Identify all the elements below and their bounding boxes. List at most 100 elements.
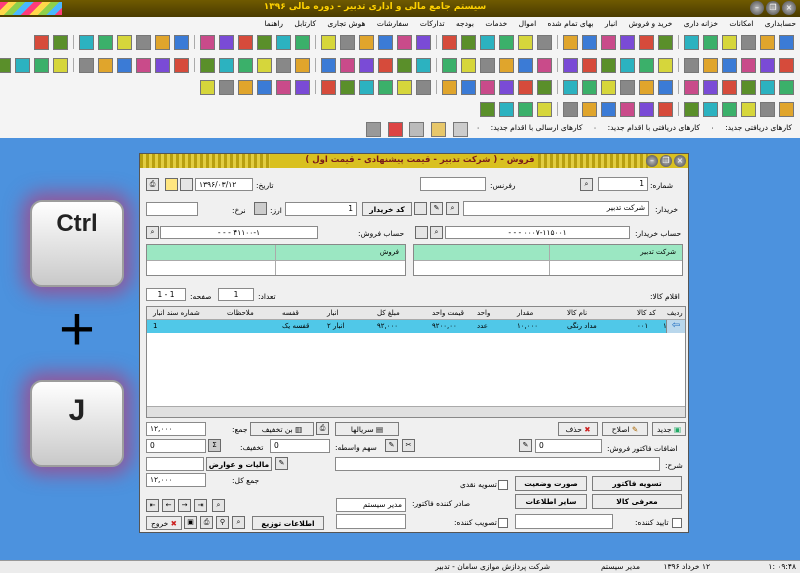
sales-additions-field[interactable]: 0: [535, 439, 602, 453]
sales-account-field[interactable]: - - - ۴۱۱۰۰-۱: [160, 226, 318, 239]
last-record-icon[interactable]: ⇥: [194, 499, 207, 512]
distribution-info-button[interactable]: اطلاعات توزیع: [252, 516, 324, 530]
edit-icon[interactable]: ✎: [430, 202, 443, 215]
toolbar-shortcut-icon[interactable]: [378, 80, 393, 95]
toolbar-shortcut-icon[interactable]: [639, 102, 654, 117]
toolbar-shortcut-icon[interactable]: [136, 35, 151, 50]
toolbar-shortcut-icon[interactable]: [257, 80, 272, 95]
toolbar-shortcut-icon[interactable]: [760, 80, 775, 95]
buyer-account-field[interactable]: - - - ۰۰۰۷-۱۱۵۰۰۱: [445, 226, 630, 239]
date-field[interactable]: ۱۳۹۶/۰۳/۱۲: [195, 178, 253, 191]
column-header[interactable]: شماره سند انبار: [153, 309, 200, 317]
save-icon[interactable]: ▣: [184, 516, 197, 529]
buyer-field[interactable]: شرکت تدبیر: [463, 201, 649, 216]
attach-icon[interactable]: ⚲: [216, 516, 229, 529]
toolbar-shortcut-icon[interactable]: [416, 58, 431, 73]
toolbar-shortcut-icon[interactable]: [722, 80, 737, 95]
toolbar-shortcut-icon[interactable]: [461, 80, 476, 95]
agent-share-field[interactable]: 0: [270, 439, 330, 453]
toolbar-shortcut-icon[interactable]: [499, 58, 514, 73]
toolbar-shortcut-icon[interactable]: [53, 35, 68, 50]
folder-icon[interactable]: [431, 122, 446, 137]
toolbar-shortcut-icon[interactable]: [276, 58, 291, 73]
toolbar-shortcut-icon[interactable]: [321, 35, 336, 50]
edit-icon[interactable]: ✎: [385, 439, 398, 452]
toolbar-shortcut-icon[interactable]: [518, 80, 533, 95]
binoculars-icon[interactable]: ⌕: [430, 226, 443, 239]
toolbar-shortcut-icon[interactable]: [98, 35, 113, 50]
toolbar-shortcut-icon[interactable]: [174, 58, 189, 73]
toolbar-shortcut-icon[interactable]: [703, 102, 718, 117]
toolbar-shortcut-icon[interactable]: [779, 58, 794, 73]
binoculars-icon[interactable]: ⌕: [146, 226, 159, 239]
currency-field[interactable]: 1: [285, 202, 357, 216]
column-header[interactable]: واحد: [477, 309, 490, 317]
toolbar-shortcut-icon[interactable]: [257, 58, 272, 73]
toolbar-shortcut-icon[interactable]: [295, 80, 310, 95]
toolbar-shortcut-icon[interactable]: [155, 58, 170, 73]
toolbar-shortcut-icon[interactable]: [155, 35, 170, 50]
toolbar-shortcut-icon[interactable]: [620, 80, 635, 95]
menu-cost[interactable]: بهای تمام شده: [548, 17, 594, 30]
reference-field[interactable]: [420, 177, 486, 191]
toolbar-shortcut-icon[interactable]: [461, 58, 476, 73]
toolbar-shortcut-icon[interactable]: [321, 58, 336, 73]
delete-button[interactable]: ✖ حذف: [558, 422, 598, 436]
toolbar-shortcut-icon[interactable]: [79, 58, 94, 73]
toolbar-shortcut-icon[interactable]: [601, 102, 616, 117]
calendar-icon[interactable]: [180, 178, 193, 191]
remove-icon[interactable]: ✂: [402, 439, 415, 452]
binoculars-icon[interactable]: ⌕: [446, 202, 459, 215]
column-header[interactable]: ردیف: [667, 309, 683, 317]
print-icon[interactable]: ⎙: [146, 178, 159, 191]
menu-facilities[interactable]: امکانات: [729, 17, 753, 30]
toolbar-shortcut-icon[interactable]: [238, 58, 253, 73]
toolbar-shortcut-icon[interactable]: [537, 80, 552, 95]
toolbar-shortcut-icon[interactable]: [582, 58, 597, 73]
toolbar-shortcut-icon[interactable]: [480, 58, 495, 73]
toolbar-shortcut-icon[interactable]: [563, 35, 578, 50]
toolbar-shortcut-icon[interactable]: [295, 35, 310, 50]
toolbar-shortcut-icon[interactable]: [219, 35, 234, 50]
toolbar-shortcut-icon[interactable]: [442, 58, 457, 73]
toolbar-shortcut-icon[interactable]: [499, 102, 514, 117]
binoculars-icon[interactable]: ⌕: [232, 516, 245, 529]
previous-record-icon[interactable]: ←: [162, 499, 175, 512]
column-header[interactable]: کد کالا: [637, 309, 656, 317]
rate-field[interactable]: [146, 202, 198, 216]
toolbar-shortcut-icon[interactable]: [238, 80, 253, 95]
toolbar-shortcut-icon[interactable]: [722, 102, 737, 117]
column-header[interactable]: انبار: [327, 309, 339, 317]
toolbar-shortcut-icon[interactable]: [684, 35, 699, 50]
cartable-inbox[interactable]: کارهای دریافتی جدید:: [725, 120, 792, 136]
toolbar-shortcut-icon[interactable]: [639, 80, 654, 95]
toolbar-shortcut-icon[interactable]: [684, 58, 699, 73]
toolbar-shortcut-icon[interactable]: [639, 58, 654, 73]
toolbar-shortcut-icon[interactable]: [620, 102, 635, 117]
column-header[interactable]: مقدار: [517, 309, 533, 317]
toolbar-shortcut-icon[interactable]: [53, 58, 68, 73]
confirmer-checkbox[interactable]: [672, 518, 682, 528]
toolbar-shortcut-icon[interactable]: [117, 58, 132, 73]
toolbar-shortcut-icon[interactable]: [219, 58, 234, 73]
toolbar-shortcut-icon[interactable]: [582, 102, 597, 117]
toolbar-shortcut-icon[interactable]: [601, 80, 616, 95]
buyer-code-button[interactable]: کد خریدار: [362, 202, 412, 216]
toolbar-shortcut-icon[interactable]: [34, 58, 49, 73]
toolbar-shortcut-icon[interactable]: [722, 35, 737, 50]
toolbar-shortcut-icon[interactable]: [200, 35, 215, 50]
toolbar-shortcut-icon[interactable]: [480, 35, 495, 50]
toolbar-shortcut-icon[interactable]: [397, 35, 412, 50]
toolbar-shortcut-icon[interactable]: [563, 80, 578, 95]
toolbar-shortcut-icon[interactable]: [741, 35, 756, 50]
toolbar-shortcut-icon[interactable]: [257, 35, 272, 50]
edit-icon[interactable]: ✎: [275, 457, 288, 470]
toolbar-shortcut-icon[interactable]: [658, 80, 673, 95]
toolbar-shortcut-icon[interactable]: [582, 80, 597, 95]
flag-icon[interactable]: [387, 122, 403, 137]
lock-icon[interactable]: [165, 178, 178, 191]
toolbar-shortcut-icon[interactable]: [582, 35, 597, 50]
approver-checkbox[interactable]: [498, 518, 508, 528]
menu-budget[interactable]: بودجه: [456, 17, 474, 30]
toolbar-shortcut-icon[interactable]: [658, 58, 673, 73]
